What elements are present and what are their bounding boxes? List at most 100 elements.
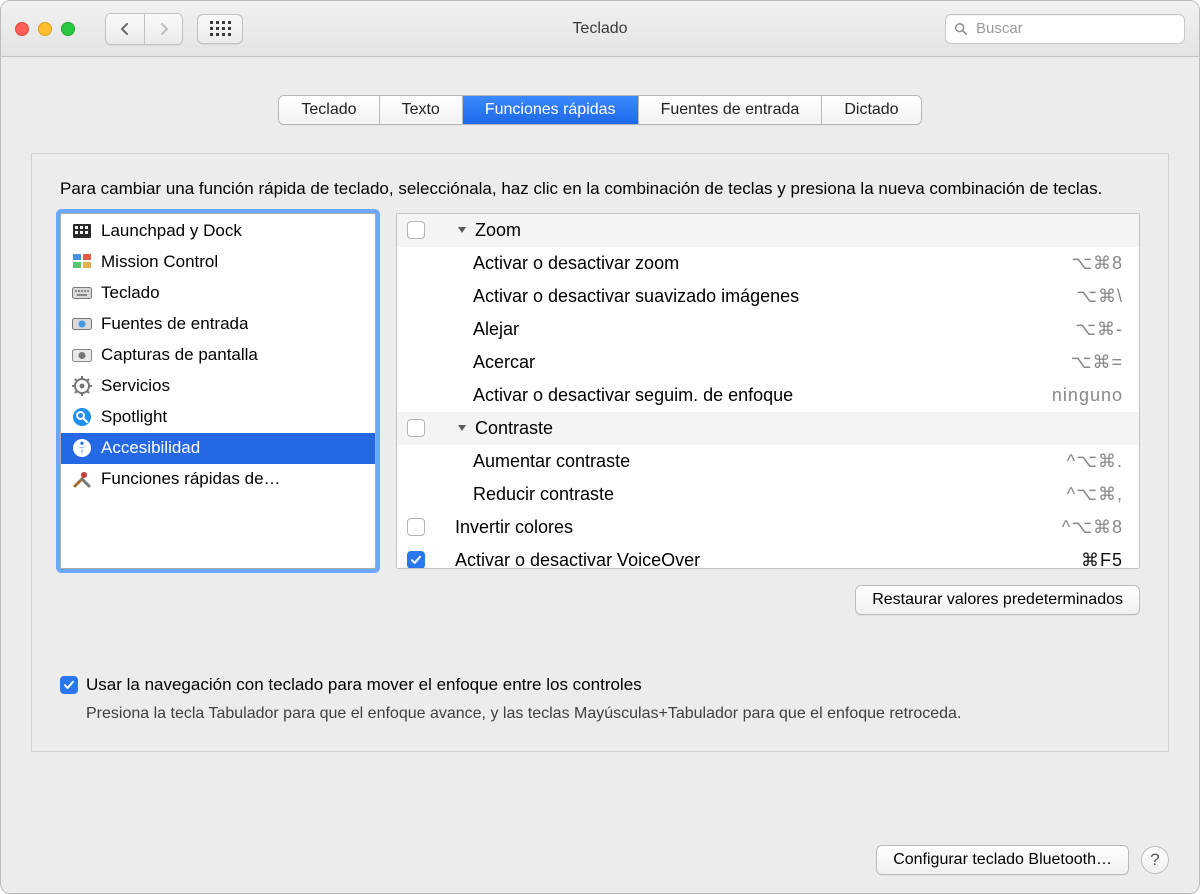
category-item[interactable]: Launchpad y Dock	[61, 216, 375, 247]
tab-fuentes-de-entrada[interactable]: Fuentes de entrada	[639, 96, 823, 124]
tab-teclado[interactable]: Teclado	[279, 96, 379, 124]
shortcut-label: Activar o desactivar zoom	[407, 253, 1027, 274]
category-label: Capturas de pantalla	[101, 345, 258, 365]
gear-icon	[71, 376, 93, 396]
disclosure-triangle-icon[interactable]	[455, 423, 469, 433]
keyboard-nav-checkbox[interactable]	[60, 676, 78, 694]
accessibility-icon	[71, 438, 93, 458]
show-all-button[interactable]	[197, 14, 243, 44]
shortcut-checkbox[interactable]	[407, 551, 425, 569]
shortcut-label: Aumentar contraste	[407, 451, 1027, 472]
shortcut-group-label: Contraste	[475, 418, 1123, 439]
tab-dictado[interactable]: Dictado	[822, 96, 920, 124]
shortcut-key[interactable]: ⌥⌘8	[1033, 253, 1123, 274]
category-item[interactable]: Accesibilidad	[61, 433, 375, 464]
category-label: Mission Control	[101, 252, 218, 272]
search-input[interactable]	[974, 19, 1176, 38]
chevron-right-icon	[158, 23, 170, 35]
shortcut-label: Activar o desactivar seguim. de enfoque	[407, 385, 1027, 406]
category-label: Launchpad y Dock	[101, 221, 242, 241]
category-item[interactable]: Spotlight	[61, 402, 375, 433]
spotlight-icon	[71, 407, 93, 427]
shortcut-key[interactable]: ⌘F5	[1033, 550, 1123, 569]
tab-texto[interactable]: Texto	[380, 96, 463, 124]
screenshot-icon	[71, 345, 93, 365]
shortcut-label: Reducir contraste	[407, 484, 1027, 505]
category-list[interactable]: Launchpad y Dock Mission Control Teclado Fu…	[60, 213, 376, 569]
launchpad-icon	[71, 221, 93, 241]
preferences-body: Para cambiar una función rápida de tecla…	[31, 153, 1169, 752]
tab-funciones-rápidas[interactable]: Funciones rápidas	[463, 96, 639, 124]
forward-button[interactable]	[144, 14, 182, 44]
category-label: Fuentes de entrada	[101, 314, 248, 334]
shortcut-row[interactable]: Activar o desactivar suavizado imágenes ⌥…	[397, 280, 1139, 313]
category-item[interactable]: Teclado	[61, 278, 375, 309]
shortcut-checkbox[interactable]	[407, 518, 425, 536]
shortcut-group-label: Zoom	[475, 220, 1123, 241]
shortcut-row[interactable]: Reducir contraste ^⌥⌘,	[397, 478, 1139, 511]
shortcut-label: Activar o desactivar VoiceOver	[455, 550, 1027, 569]
hint-text: Para cambiar una función rápida de tecla…	[60, 178, 1140, 201]
category-item[interactable]: Servicios	[61, 371, 375, 402]
columns: Launchpad y Dock Mission Control Teclado Fu…	[60, 213, 1140, 569]
close-window-button[interactable]	[15, 22, 29, 36]
shortcut-key[interactable]: ^⌥⌘,	[1033, 484, 1123, 505]
nav-buttons-group	[105, 13, 243, 45]
check-icon	[63, 679, 75, 691]
category-label: Spotlight	[101, 407, 167, 427]
category-label: Teclado	[101, 283, 160, 303]
shortcut-key[interactable]: ⌥⌘=	[1033, 352, 1123, 373]
zoom-window-button[interactable]	[61, 22, 75, 36]
shortcut-key[interactable]: ^⌥⌘8	[1033, 517, 1123, 538]
shortcut-row[interactable]: Activar o desactivar zoom ⌥⌘8	[397, 247, 1139, 280]
shortcut-checkbox[interactable]	[407, 221, 425, 239]
search-field[interactable]	[945, 14, 1185, 44]
shortcut-list[interactable]: ZoomActivar o desactivar zoom⌥⌘8Activar …	[396, 213, 1140, 569]
shortcut-key[interactable]: ^⌥⌘.	[1033, 451, 1123, 472]
shortcut-row[interactable]: Alejar ⌥⌘-	[397, 313, 1139, 346]
shortcut-row[interactable]: Aumentar contraste ^⌥⌘.	[397, 445, 1139, 478]
keyboard-nav-row[interactable]: Usar la navegación con teclado para move…	[60, 675, 1140, 695]
shortcut-key[interactable]: ⌥⌘-	[1033, 319, 1123, 340]
window-title: Teclado	[572, 20, 627, 38]
category-label: Accesibilidad	[101, 438, 200, 458]
keyboard-nav-label: Usar la navegación con teclado para move…	[86, 675, 642, 695]
category-label: Funciones rápidas de…	[101, 469, 281, 489]
minimize-window-button[interactable]	[38, 22, 52, 36]
category-item[interactable]: Funciones rápidas de…	[61, 464, 375, 495]
shortcut-label: Activar o desactivar suavizado imágenes	[407, 286, 1027, 307]
shortcut-row[interactable]: Activar o desactivar VoiceOver ⌘F5	[397, 544, 1139, 569]
configure-bluetooth-button[interactable]: Configurar teclado Bluetooth…	[876, 845, 1129, 875]
search-icon	[954, 22, 968, 36]
shortcut-row[interactable]: Acercar⌥⌘=	[397, 346, 1139, 379]
preferences-window: Teclado TecladoTextoFunciones rápidasFue…	[0, 0, 1200, 894]
help-button[interactable]: ?	[1141, 846, 1169, 874]
toolbar: Teclado	[1, 1, 1199, 57]
shortcut-row[interactable]: Activar o desactivar seguim. de enfoque n…	[397, 379, 1139, 412]
shortcut-row[interactable]: Contraste	[397, 412, 1139, 445]
shortcut-label: Invertir colores	[455, 517, 1027, 538]
shortcut-label: Alejar	[407, 319, 1027, 340]
category-label: Servicios	[101, 376, 170, 396]
back-button[interactable]	[106, 14, 144, 44]
window-controls	[15, 22, 75, 36]
keyboard-icon	[71, 283, 93, 303]
keyboard-nav-subtext: Presiona la tecla Tabulador para que el …	[86, 705, 1140, 723]
disclosure-triangle-icon[interactable]	[455, 225, 469, 235]
nav-history-segment	[105, 13, 183, 45]
tab-strip: TecladoTextoFunciones rápidasFuentes de …	[1, 57, 1199, 125]
restore-row: Restaurar valores predeterminados	[60, 585, 1140, 615]
shortcut-key[interactable]: ⌥⌘\	[1033, 286, 1123, 307]
shortcut-row[interactable]: Zoom	[397, 214, 1139, 247]
category-item[interactable]: Mission Control	[61, 247, 375, 278]
shortcut-checkbox[interactable]	[407, 419, 425, 437]
shortcut-row[interactable]: Invertir colores ^⌥⌘8	[397, 511, 1139, 544]
keyboard-nav-block: Usar la navegación con teclado para move…	[60, 675, 1140, 723]
category-item[interactable]: Capturas de pantalla	[61, 340, 375, 371]
input-icon	[71, 314, 93, 334]
bottom-bar: Configurar teclado Bluetooth… ?	[1, 827, 1199, 893]
chevron-left-icon	[119, 23, 131, 35]
shortcut-key[interactable]: ninguno	[1033, 385, 1123, 406]
restore-defaults-button[interactable]: Restaurar valores predeterminados	[855, 585, 1140, 615]
category-item[interactable]: Fuentes de entrada	[61, 309, 375, 340]
